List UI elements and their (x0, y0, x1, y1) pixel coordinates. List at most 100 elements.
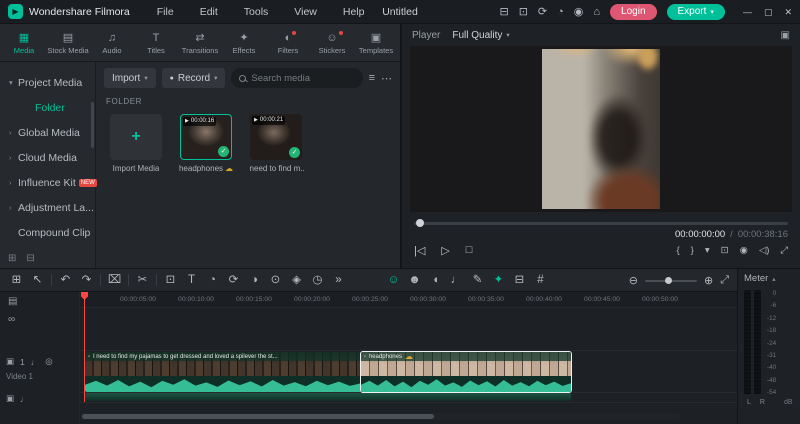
media-type-tab[interactable]: ⇄ Transitions (178, 24, 222, 61)
chroma-key-icon[interactable]: ⊙ (265, 269, 286, 291)
mark-out-icon[interactable]: } (691, 245, 694, 256)
toolbar-icon[interactable] (51, 274, 52, 286)
scrubber-handle[interactable] (416, 219, 424, 227)
workspace-icon[interactable]: ⊟ (499, 0, 508, 24)
snap-icon[interactable]: # (530, 269, 551, 291)
delete-icon[interactable]: ⌧ (104, 269, 125, 291)
delete-folder-icon[interactable]: ⊟ (26, 253, 34, 264)
timeline-clip[interactable]: ▫ headphones ☁ (360, 351, 572, 393)
zoom-out-icon[interactable]: ⊖ (629, 274, 638, 287)
import-button[interactable]: Import ▾ (104, 68, 156, 88)
track2-mute-icon[interactable]: ♩ (20, 394, 29, 404)
volume-icon[interactable]: ◁) (759, 245, 769, 256)
cart-icon[interactable]: ⌂ (593, 0, 600, 24)
split-icon[interactable]: ✂ (132, 269, 153, 291)
auto-ripple-icon[interactable]: ∞ (8, 314, 79, 325)
display-device-icon[interactable]: ⊡ (721, 245, 729, 256)
zoom-slider-handle[interactable] (664, 277, 672, 284)
display-icon[interactable]: ⊡ (519, 0, 528, 24)
export-button[interactable]: Export ▾ (666, 3, 725, 20)
mask-icon[interactable]: ◖ (425, 269, 446, 291)
toolbar-icon[interactable] (128, 274, 129, 286)
stop-icon[interactable]: □ (466, 244, 473, 257)
menu-item[interactable]: File (146, 0, 185, 24)
scrollbar-thumb[interactable] (82, 414, 434, 419)
track-thumb-icon[interactable]: ▣ (6, 356, 14, 367)
speed-icon[interactable]: ◔ (202, 269, 223, 291)
more-tools-icon[interactable]: » (328, 269, 349, 291)
snapshot-icon[interactable]: ◉ (740, 245, 748, 256)
media-type-tab[interactable]: ▦ Media (2, 24, 46, 61)
previous-frame-icon[interactable]: |◁ (414, 244, 425, 257)
timeline-zoom-slider[interactable] (644, 275, 697, 285)
preview-quality-icon[interactable]: ▾ (705, 245, 710, 256)
play-icon[interactable]: ▷ (441, 244, 449, 257)
playhead[interactable] (84, 292, 85, 402)
zoom-in-icon[interactable]: ⊕ (704, 274, 713, 287)
close-button[interactable]: ✕ (784, 0, 792, 24)
fit-timeline-icon[interactable]: ⤢ (720, 274, 729, 287)
sidebar-item[interactable]: › Adjustment La... (0, 195, 95, 220)
keyframe-icon[interactable]: ◈ (286, 269, 307, 291)
undo-icon[interactable]: ↶ (55, 269, 76, 291)
menu-item[interactable]: Help (332, 0, 376, 24)
login-button[interactable]: Login (610, 3, 657, 20)
media-clip-tile[interactable]: ▶ 00:00:21 ✓ I need to find m... (248, 114, 304, 173)
media-grid-icon[interactable]: ⊞ (6, 269, 27, 291)
sidebar-scrollbar[interactable] (91, 102, 94, 148)
mic-icon[interactable]: ♩ (446, 269, 467, 291)
sidebar-item[interactable]: › Influence Kit NEW (0, 170, 97, 195)
track-hide-icon[interactable]: ◎ (45, 356, 52, 367)
meter-header[interactable]: Meter ▴ (744, 273, 794, 284)
timeline-ruler[interactable]: 00:00:05:00 00:00:10:00 00:00:15:00 00:00:2… (80, 292, 737, 308)
new-folder-icon[interactable]: ⊞ (8, 253, 16, 264)
preview-window-icon[interactable]: ▣ (781, 30, 790, 41)
media-type-tab[interactable]: ▣ Templates (354, 24, 398, 61)
notification-icon[interactable]: ◔ (557, 0, 564, 24)
render-icon[interactable]: ⊟ (509, 269, 530, 291)
timeline-scrollbar[interactable] (80, 413, 680, 420)
select-tool-icon[interactable]: ↖ (27, 269, 48, 291)
fullscreen-icon[interactable]: ⤢ (780, 245, 788, 256)
sidebar-item[interactable]: › Global Media (0, 120, 95, 145)
sidebar-item[interactable]: Compound Clip (0, 220, 95, 245)
account-icon[interactable]: ◉ (574, 0, 584, 24)
audio-track-clip[interactable] (85, 393, 571, 401)
color-icon[interactable]: ◑ (244, 269, 265, 291)
track2-thumb-icon[interactable]: ▣ (6, 393, 14, 404)
media-type-tab[interactable]: T Titles (134, 24, 178, 61)
crop-icon[interactable]: ⊡ (160, 269, 181, 291)
menu-item[interactable]: Tools (233, 0, 280, 24)
mark-in-icon[interactable]: { (676, 245, 679, 256)
person-cutout-icon[interactable]: ☻ (404, 269, 425, 291)
track-number[interactable]: 1 (20, 357, 25, 367)
record-button[interactable]: ● Record ▾ (161, 68, 226, 88)
sidebar-item[interactable]: ▾ Project Media (0, 70, 95, 95)
ai-portrait-icon[interactable]: ☺ (383, 269, 404, 291)
timer-icon[interactable]: ◷ (307, 269, 328, 291)
rotate-icon[interactable]: ⟳ (223, 269, 244, 291)
menu-item[interactable]: Edit (189, 0, 229, 24)
media-clip-tile[interactable]: ▶ 00:00:16 ✓ headphones ☁ (178, 114, 234, 173)
toolbar-icon[interactable] (100, 274, 101, 286)
sidebar-item[interactable]: Folder (0, 95, 95, 120)
sync-icon[interactable]: ⟳ (538, 0, 547, 24)
media-type-tab[interactable]: ▤ Stock Media (46, 24, 90, 61)
media-type-tab[interactable]: ☺ Stickers (310, 24, 354, 61)
media-type-tab[interactable]: ♫ Audio (90, 24, 134, 61)
import-media-tile[interactable]: + Import Media (108, 114, 164, 173)
search-box[interactable] (231, 68, 363, 88)
maximize-button[interactable]: ▢ (764, 0, 773, 24)
filter-icon[interactable]: ≡ (369, 72, 375, 84)
edit-icon[interactable]: ✎ (467, 269, 488, 291)
track-mute-icon[interactable]: ♩ (31, 357, 40, 367)
text-icon[interactable]: T (181, 269, 202, 291)
redo-icon[interactable]: ↷ (76, 269, 97, 291)
media-type-tab[interactable]: ✦ Effects (222, 24, 266, 61)
player-scrubber[interactable] (414, 219, 788, 227)
media-type-tab[interactable]: ◐ Filters (266, 24, 310, 61)
menu-item[interactable]: View (283, 0, 328, 24)
quality-dropdown[interactable]: Full Quality ▾ (452, 30, 509, 41)
minimize-button[interactable]: — (743, 0, 752, 24)
toolbar-icon[interactable] (156, 274, 157, 286)
